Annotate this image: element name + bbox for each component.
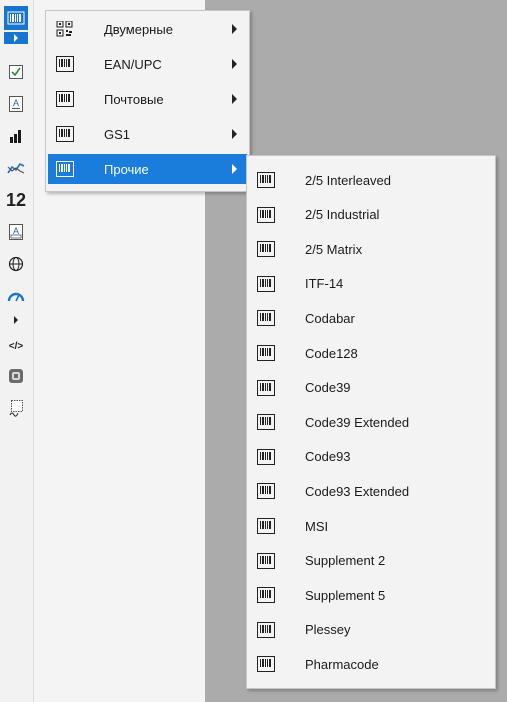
submenu-arrow-icon <box>232 24 237 34</box>
submenu-item-label: Code128 <box>305 345 358 361</box>
submenu-item[interactable]: ITF-14 <box>249 269 493 299</box>
submenu-arrow-icon <box>232 59 237 69</box>
barcode-icon <box>257 552 275 569</box>
text-field-icon: A <box>9 224 23 240</box>
text-icon: A <box>9 96 23 112</box>
menu-item-gs1[interactable]: GS1 <box>48 119 247 149</box>
submenu-item-label: ITF-14 <box>305 276 344 292</box>
other-barcodes-submenu: 2/5 Interleaved 2/5 Industrial 2/5 Matrix I… <box>246 155 496 689</box>
submenu-item-label: Supplement 2 <box>305 553 386 569</box>
submenu-item[interactable]: Supplement 5 <box>249 580 493 610</box>
barcode-icon <box>257 448 275 465</box>
signature-icon <box>9 400 23 417</box>
submenu-item-label: Pharmacode <box>305 656 379 672</box>
barcode-icon <box>56 91 74 107</box>
menu-item-other[interactable]: Прочие <box>48 154 247 184</box>
barcode-icon <box>257 206 275 223</box>
html-tool-button[interactable]: </> <box>4 334 28 358</box>
submenu-item[interactable]: Code93 Extended <box>249 476 493 506</box>
submenu-item[interactable]: MSI <box>249 511 493 541</box>
submenu-arrow-icon <box>232 94 237 104</box>
textbox-tool-button[interactable]: A <box>4 220 28 244</box>
submenu-item[interactable]: Code128 <box>249 338 493 368</box>
barcode-icon <box>257 172 275 188</box>
barcode-icon <box>7 11 25 25</box>
submenu-item-label: Plessey <box>305 622 351 638</box>
globe-icon <box>8 256 24 272</box>
barcode-icon <box>257 483 275 500</box>
checkbox-tool-button[interactable] <box>4 60 28 84</box>
svg-text:A: A <box>13 226 19 236</box>
submenu-item[interactable]: Code39 Extended <box>249 407 493 437</box>
submenu-item[interactable]: 2/5 Interleaved <box>249 165 493 195</box>
submenu-item[interactable]: Pharmacode <box>249 649 493 679</box>
checkbox-icon <box>9 65 23 79</box>
submenu-item[interactable]: 2/5 Matrix <box>249 234 493 264</box>
barcode-tool-expand[interactable] <box>4 32 28 44</box>
barcode-category-menu: Двумерные EAN/UPC Почтовые GS1 Прочие <box>45 10 250 192</box>
barcode-icon <box>257 275 275 292</box>
barcode-icon <box>257 518 275 534</box>
menu-item-2d[interactable]: Двумерные <box>48 14 247 44</box>
submenu-item-label: Code39 <box>305 380 351 396</box>
menu-item-label: GS1 <box>104 126 131 142</box>
svg-text:A: A <box>13 98 19 108</box>
barcode-icon <box>257 587 275 604</box>
gauge-icon <box>7 292 25 302</box>
submenu-item-label: Supplement 5 <box>305 587 386 603</box>
chart-tool-button[interactable] <box>4 124 28 148</box>
submenu-item[interactable]: 2/5 Industrial <box>249 200 493 230</box>
submenu-item[interactable]: Plessey <box>249 615 493 645</box>
number-tool-button[interactable]: 12 <box>4 188 28 212</box>
shape-icon <box>9 369 23 383</box>
submenu-item-label: 2/5 Industrial <box>305 207 380 223</box>
submenu-item-label: 2/5 Interleaved <box>305 172 392 188</box>
submenu-arrow-icon <box>232 164 237 174</box>
submenu-item-label: Code93 <box>305 449 351 465</box>
barcode-icon <box>56 161 74 177</box>
chevron-right-icon <box>14 34 18 42</box>
map-tool-button[interactable] <box>4 252 28 276</box>
barcode-icon <box>257 656 275 673</box>
submenu-item-label: Code39 Extended <box>305 414 410 430</box>
component-toolbar: A 12 A </> <box>0 0 34 702</box>
more-tools-expand[interactable] <box>4 308 28 332</box>
shape-tool-button[interactable] <box>4 364 28 388</box>
menu-item-label: EAN/UPC <box>104 56 162 72</box>
barcode-icon <box>257 241 275 258</box>
submenu-item-label: MSI <box>305 518 329 534</box>
menu-item-ean-upc[interactable]: EAN/UPC <box>48 49 247 79</box>
qr-code-icon <box>56 21 73 37</box>
barcode-icon <box>257 379 275 396</box>
submenu-item[interactable]: Codabar <box>249 303 493 333</box>
menu-item-label: Двумерные <box>104 21 173 37</box>
menu-item-label: Прочие <box>104 161 149 177</box>
signature-tool-button[interactable] <box>4 396 28 420</box>
number-icon: 12 <box>5 189 27 210</box>
menu-item-label: Почтовые <box>104 91 164 107</box>
barcode-icon <box>56 126 74 142</box>
submenu-item[interactable]: Code93 <box>249 442 493 472</box>
barcode-icon <box>257 621 275 638</box>
barcode-tool-button[interactable] <box>4 6 28 30</box>
chevron-right-icon <box>14 316 18 324</box>
code-icon: </> <box>8 340 24 352</box>
submenu-item-label: Codabar <box>305 310 355 326</box>
barcode-icon <box>257 310 275 327</box>
submenu-item[interactable]: Supplement 2 <box>249 546 493 576</box>
text-tool-button[interactable]: A <box>4 92 28 116</box>
submenu-item-label: Code93 Extended <box>305 483 410 499</box>
submenu-item-label: 2/5 Matrix <box>305 241 363 257</box>
gauge-tool-button[interactable] <box>4 284 28 308</box>
menu-item-postal[interactable]: Почтовые <box>48 84 247 114</box>
submenu-item[interactable]: Code39 <box>249 373 493 403</box>
barcode-icon <box>257 345 275 361</box>
sparkline-tool-button[interactable] <box>4 156 28 180</box>
barcode-icon <box>257 414 275 431</box>
bar-chart-icon <box>10 130 21 143</box>
sparkline-icon <box>7 162 25 174</box>
barcode-icon <box>56 56 74 72</box>
submenu-arrow-icon <box>232 129 237 139</box>
